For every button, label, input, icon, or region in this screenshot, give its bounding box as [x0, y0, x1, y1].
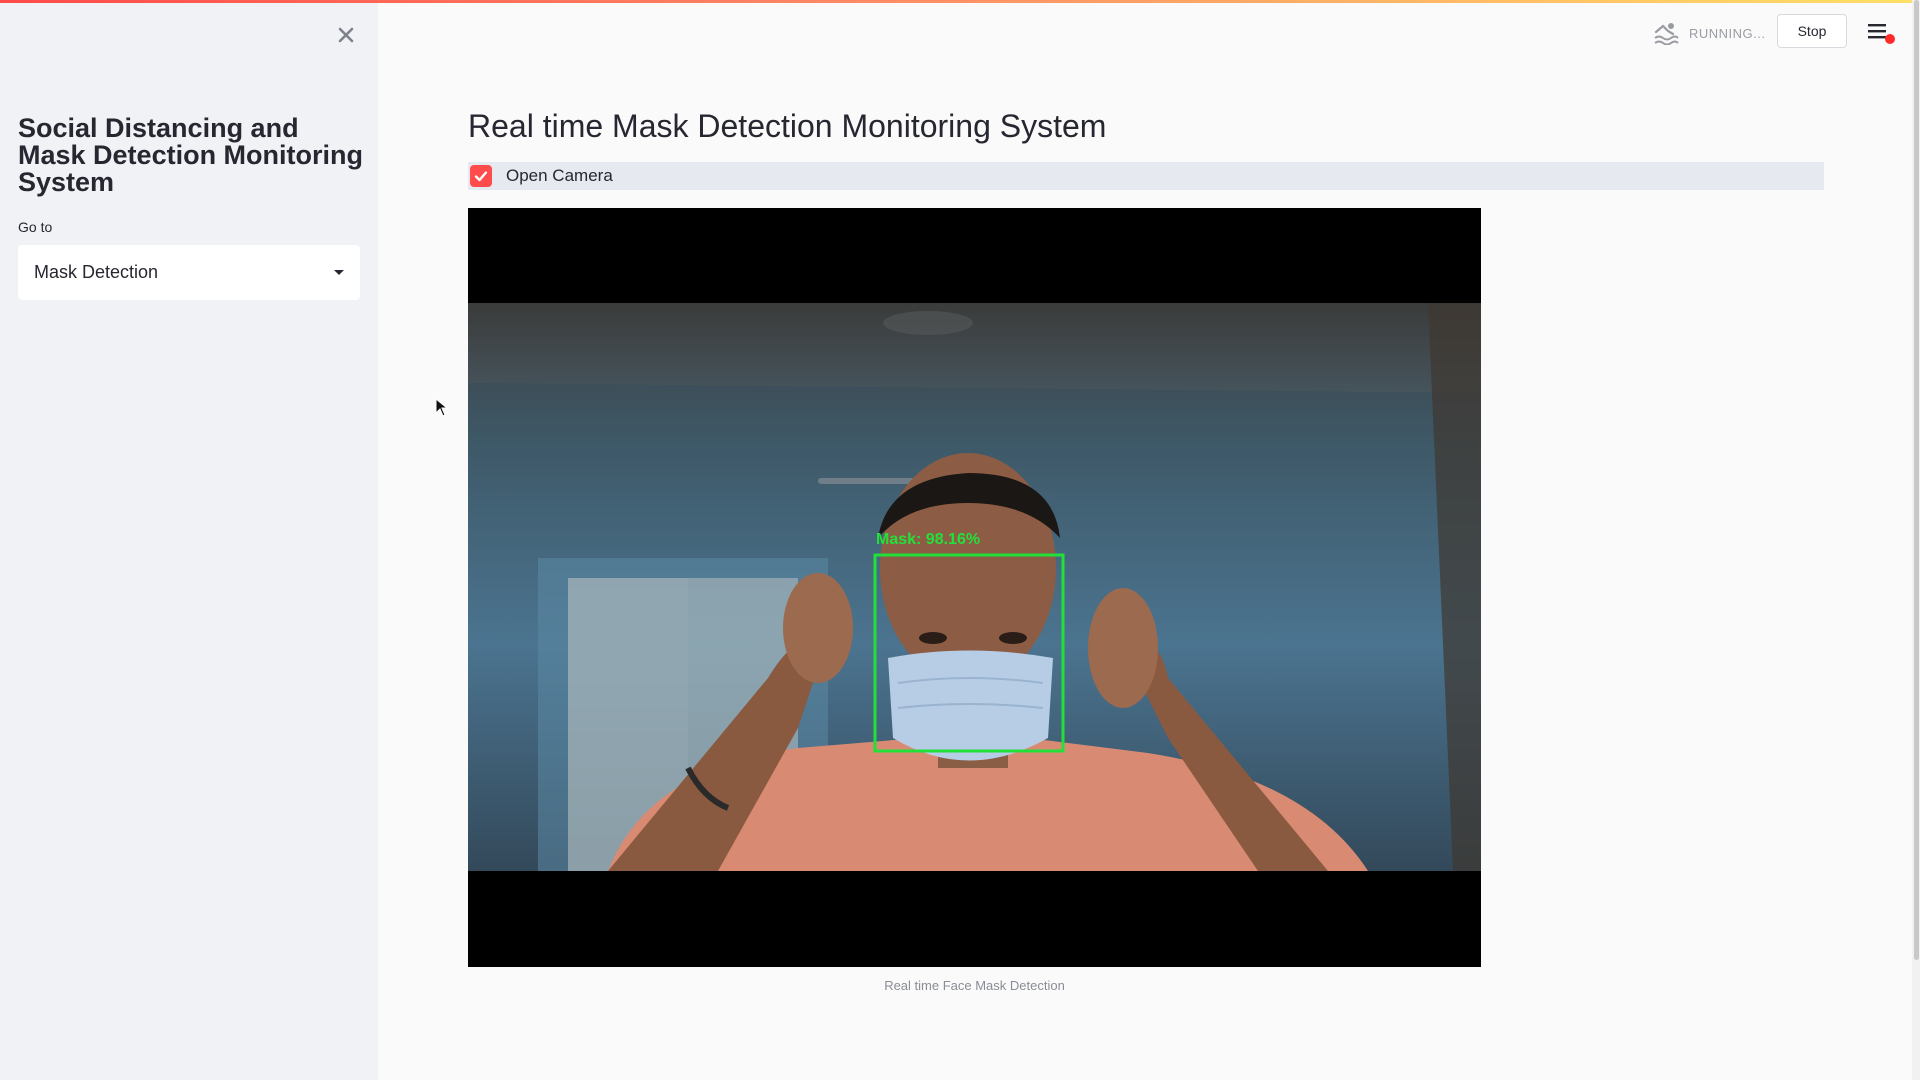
page-select-value: Mask Detection: [34, 262, 159, 282]
running-swimmer-icon: [1654, 23, 1679, 45]
hamburger-menu-icon: [1868, 24, 1895, 44]
scrollbar-thumb[interactable]: [1914, 0, 1919, 960]
main-menu-button[interactable]: [1866, 20, 1896, 50]
running-status-text: RUNNING...: [1689, 25, 1766, 41]
checkmark-icon: [474, 171, 488, 182]
camera-feed-image: Mask: 98.16%: [468, 208, 1481, 967]
open-camera-label: Open Camera: [506, 166, 613, 185]
mouse-cursor-icon: [435, 398, 449, 417]
sidebar: Social Distancing and Mask Detection Mon…: [0, 3, 378, 1080]
open-camera-checkbox[interactable]: [470, 165, 492, 187]
detection-label: Mask: 98.16%: [876, 531, 980, 548]
sidebar-title: Social Distancing and Mask Detection Mon…: [18, 113, 364, 197]
goto-label: Go to: [18, 219, 53, 235]
close-sidebar-button[interactable]: [332, 21, 360, 49]
running-status: RUNNING...: [1653, 18, 1766, 48]
stop-button[interactable]: Stop: [1777, 14, 1847, 48]
video-caption: Real time Face Mask Detection: [884, 978, 1065, 993]
chevron-down-icon: [334, 270, 344, 275]
page-title: Real time Mask Detection Monitoring Syst…: [468, 108, 1107, 144]
camera-video-frame: Mask: 98.16%: [468, 208, 1481, 967]
open-camera-row: Open Camera: [468, 162, 1824, 190]
close-icon: [338, 27, 354, 43]
page-select[interactable]: Mask Detection: [18, 245, 360, 300]
